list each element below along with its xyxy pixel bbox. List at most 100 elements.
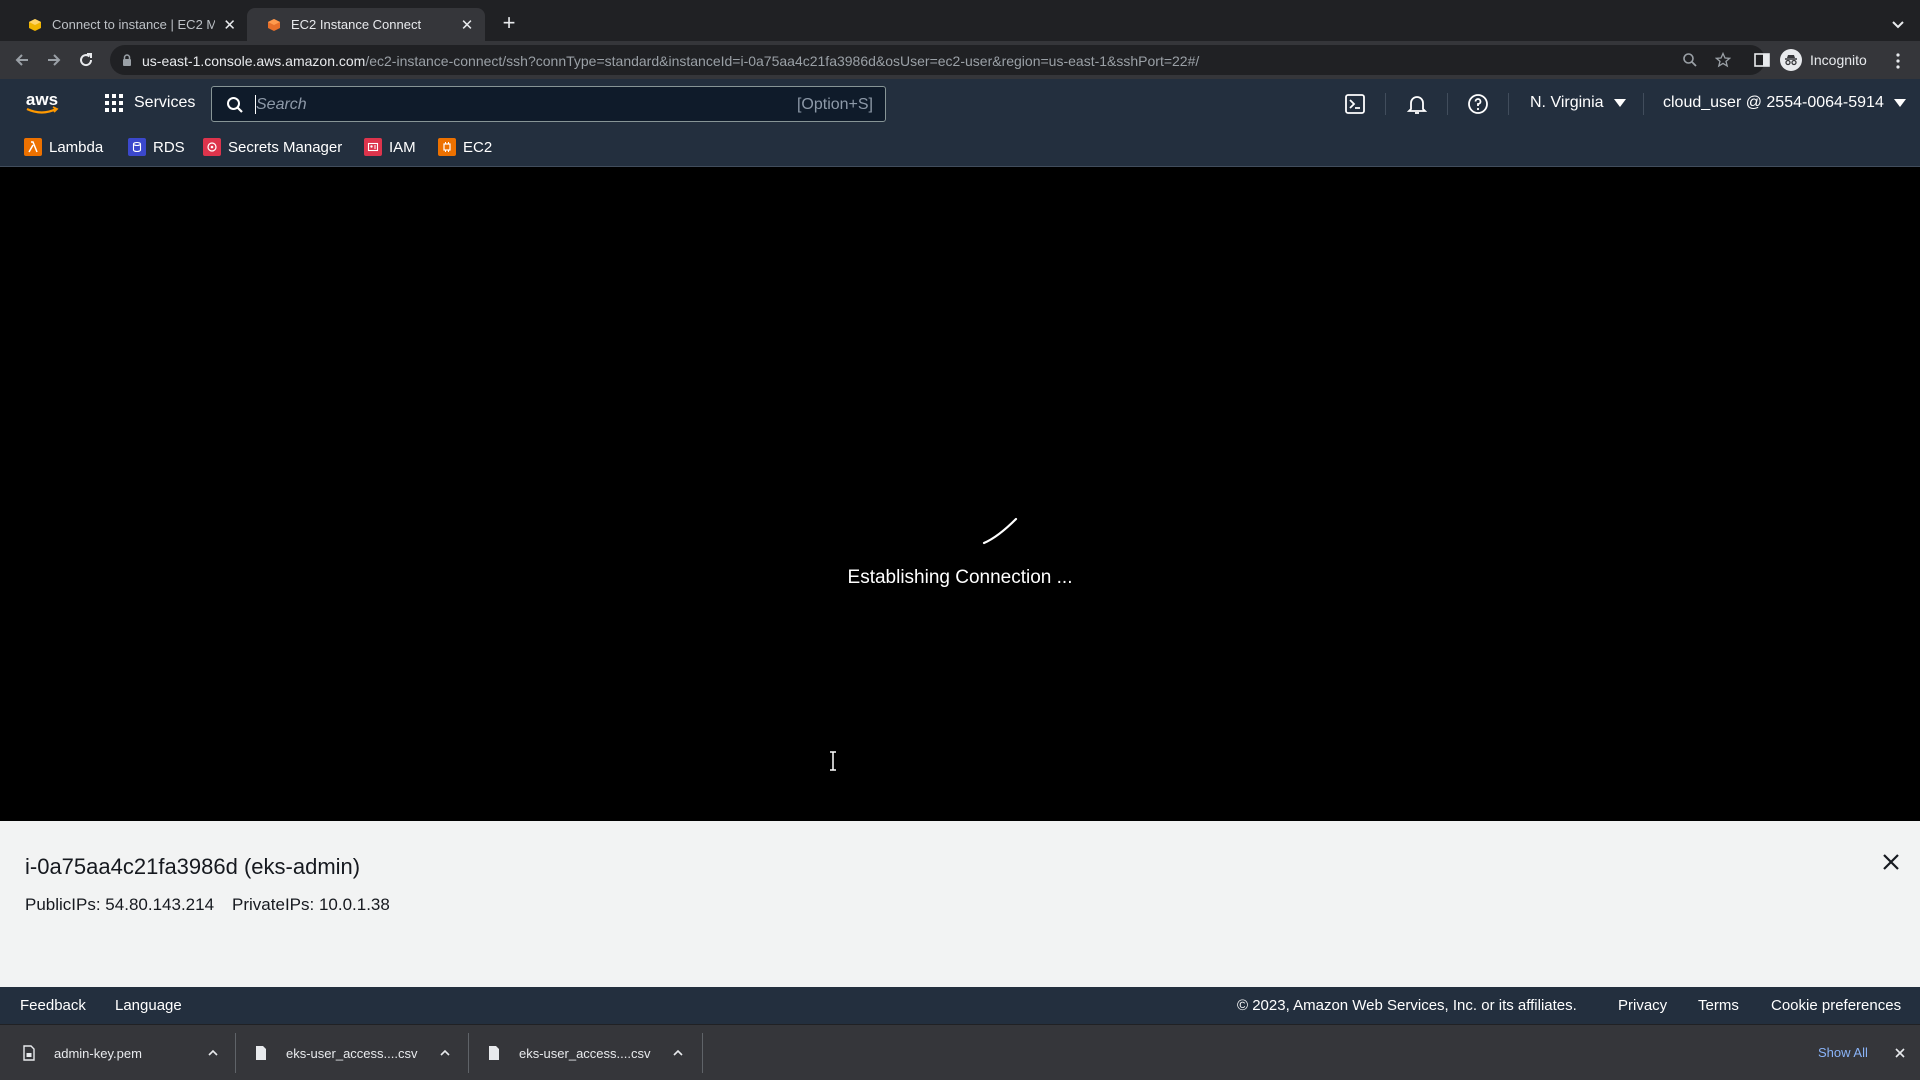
download-item[interactable]: admin-key.pem (22, 1025, 222, 1080)
ec2-icon (438, 138, 456, 156)
chevron-down-icon[interactable] (1888, 14, 1908, 34)
file-icon (23, 1045, 35, 1061)
download-divider (468, 1033, 469, 1073)
header-divider (1643, 93, 1644, 115)
favorite-ec2[interactable]: EC2 (438, 138, 492, 156)
language-link[interactable]: Language (115, 997, 182, 1014)
cookie-preferences-link[interactable]: Cookie preferences (1771, 997, 1901, 1014)
cube-icon (29, 18, 41, 31)
favorite-rds[interactable]: RDS (128, 138, 185, 156)
back-arrow-icon[interactable] (12, 50, 32, 70)
iam-icon (364, 138, 382, 156)
tab-title: EC2 Instance Connect (291, 17, 422, 32)
search-input[interactable]: Search [Option+S] (211, 86, 886, 122)
header-divider (1385, 93, 1386, 115)
caret-down-icon (1613, 99, 1626, 107)
favorite-label: Lambda (49, 138, 104, 156)
private-ips: PrivateIPs: 10.0.1.38 (232, 895, 390, 914)
terminal-area[interactable]: Establishing Connection ... (0, 167, 1920, 821)
chevron-up-icon[interactable] (671, 1046, 685, 1060)
console-footer: Feedback Language © 2023, Amazon Web Ser… (0, 987, 1920, 1024)
new-tab-button[interactable]: + (498, 12, 520, 35)
copyright-text: © 2023, Amazon Web Services, Inc. or its… (1237, 997, 1577, 1014)
text-cursor-icon (830, 751, 836, 771)
aws-global-nav: aws Services Search [Option+S] N. Virgin… (0, 79, 1920, 129)
terms-link[interactable]: Terms (1698, 997, 1739, 1014)
bell-icon[interactable] (1405, 92, 1429, 116)
url-path: /ec2-instance-connect/ssh?connType=stand… (365, 53, 1200, 69)
favorite-label: Secrets Manager (228, 138, 343, 156)
search-placeholder: Search (256, 96, 307, 113)
region-selector[interactable]: N. Virginia (1530, 94, 1626, 112)
search-icon (227, 97, 243, 113)
file-icon (489, 1046, 499, 1060)
zoom-icon[interactable] (1682, 52, 1698, 68)
privacy-link[interactable]: Privacy (1618, 997, 1667, 1014)
side-panel-icon[interactable] (1752, 50, 1772, 70)
secrets-manager-icon (203, 138, 221, 156)
instance-ip-info: PublicIPs: 54.80.143.214 PrivateIPs: 10.… (25, 895, 390, 915)
favorites-bar: Lambda RDS Secrets Manager IAM EC2 (0, 129, 1920, 167)
more-options-icon[interactable] (1888, 51, 1908, 71)
close-icon[interactable] (1880, 851, 1902, 873)
account-menu[interactable]: cloud_user @ 2554-0064-5914 (1663, 94, 1906, 112)
help-icon[interactable] (1466, 92, 1490, 116)
incognito-icon (1780, 49, 1802, 71)
star-icon[interactable] (1715, 52, 1731, 68)
favorite-label: EC2 (463, 138, 493, 156)
services-label: Services (134, 94, 196, 111)
account-label: cloud_user @ 2554-0064-5914 (1663, 94, 1884, 111)
download-item[interactable]: eks-user_access....csv (487, 1025, 687, 1080)
show-all-downloads-link[interactable]: Show All (1818, 1045, 1868, 1060)
url-text: us-east-1.console.aws.amazon.com/ec2-ins… (142, 53, 1199, 69)
instance-title: i-0a75aa4c21fa3986d (eks-admin) (25, 854, 361, 879)
cloudshell-icon[interactable] (1343, 92, 1367, 116)
search-shortcut-hint: [Option+S] (796, 96, 873, 113)
incognito-profile[interactable]: Incognito (1780, 45, 1867, 75)
chevron-up-icon[interactable] (438, 1046, 452, 1060)
incognito-label: Incognito (1810, 52, 1867, 68)
loading-spinner-icon (982, 517, 1018, 545)
grid-icon (105, 94, 123, 112)
tab-connect-to-instance[interactable]: Connect to instance | EC2 Management Con… (8, 9, 246, 40)
cube-icon (268, 18, 280, 31)
reload-icon[interactable] (76, 50, 96, 70)
lock-icon (123, 54, 131, 66)
favorite-label: IAM (389, 138, 416, 156)
aws-logo-text: aws (26, 91, 58, 109)
lambda-icon (24, 138, 42, 156)
url-host: us-east-1.console.aws.amazon.com (142, 53, 366, 69)
caret-down-icon (1893, 99, 1906, 107)
header-divider (1447, 93, 1448, 115)
aws-logo[interactable]: aws (22, 91, 62, 117)
close-icon[interactable] (1893, 1046, 1907, 1060)
feedback-link[interactable]: Feedback (20, 997, 86, 1014)
chevron-up-icon[interactable] (206, 1046, 220, 1060)
favorite-secrets-manager[interactable]: Secrets Manager (203, 138, 342, 156)
rds-icon (128, 138, 146, 156)
tab-ec2-instance-connect[interactable]: EC2 Instance Connect ✕ (247, 8, 485, 41)
connection-status: Establishing Connection ... (847, 567, 1073, 588)
favorite-label: RDS (153, 138, 185, 156)
header-divider (1508, 93, 1509, 115)
browser-toolbar: us-east-1.console.aws.amazon.com/ec2-ins… (0, 41, 1920, 79)
download-filename: admin-key.pem (54, 1045, 142, 1061)
tab-title: Connect to instance | EC2 Management Con… (52, 17, 216, 32)
close-tab-icon[interactable]: ✕ (459, 17, 475, 34)
address-bar[interactable]: us-east-1.console.aws.amazon.com/ec2-ins… (110, 45, 1765, 75)
download-divider (702, 1033, 703, 1073)
file-icon (256, 1046, 266, 1060)
download-divider (235, 1033, 236, 1073)
close-tab-icon[interactable]: ✕ (223, 17, 236, 34)
forward-arrow-icon[interactable] (44, 50, 64, 70)
public-ips: PublicIPs: 54.80.143.214 (25, 895, 215, 914)
download-item[interactable]: eks-user_access....csv (254, 1025, 454, 1080)
download-shelf: admin-key.pem eks-user_access....csv eks… (0, 1024, 1920, 1080)
favorite-lambda[interactable]: Lambda (24, 138, 103, 156)
favorite-iam[interactable]: IAM (364, 138, 416, 156)
region-label: N. Virginia (1530, 94, 1604, 111)
download-filename: eks-user_access....csv (519, 1045, 651, 1061)
instance-info-panel: i-0a75aa4c21fa3986d (eks-admin) PublicIP… (0, 821, 1920, 987)
download-filename: eks-user_access....csv (286, 1045, 418, 1061)
services-menu-button[interactable]: Services (104, 93, 195, 113)
